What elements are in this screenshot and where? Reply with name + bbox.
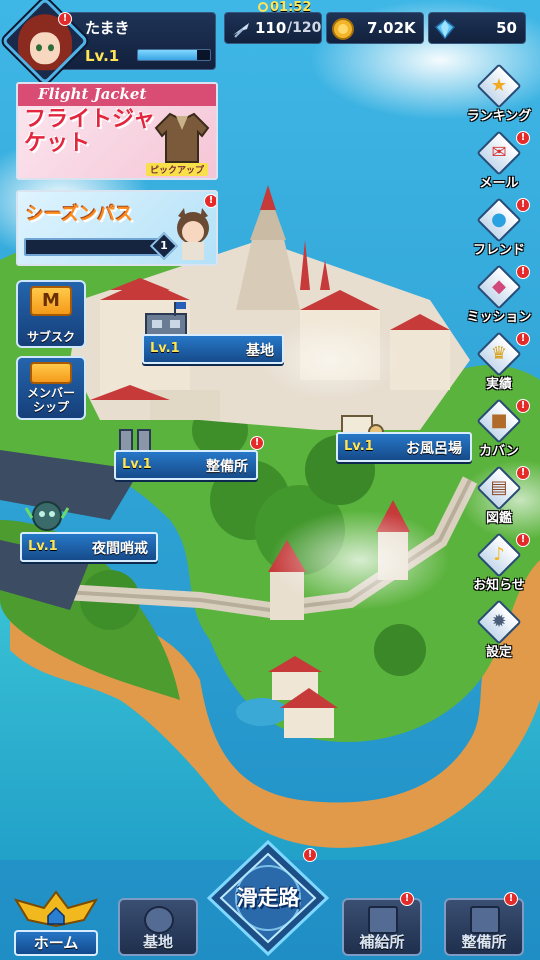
stamina-max: /120	[287, 20, 322, 36]
nav-maintenance-icon	[470, 906, 500, 934]
book-icon: ▤	[490, 477, 508, 498]
nav-runway-button[interactable]: 滑走路 !	[205, 839, 331, 957]
building-bath[interactable]: Lv.1 お風呂場	[336, 432, 472, 462]
ranking-icon: ★	[490, 75, 508, 96]
banner-pickup-tag: ピックアップ	[145, 163, 208, 176]
maintenance-level: Lv.1	[122, 457, 152, 472]
menu-label: カバン	[479, 444, 519, 459]
runway-badge: !	[303, 848, 317, 862]
menu-notification-badge: !	[516, 466, 530, 480]
stamina-fuel-icon	[233, 23, 249, 38]
building-base[interactable]: Lv.1 基地	[142, 334, 284, 364]
menu-item-mission[interactable]: ◆ ミッション!	[466, 264, 532, 327]
menu-item-mail[interactable]: ✉ メール!	[468, 130, 530, 193]
jacket-icon	[154, 112, 210, 163]
banner-header-strip: Flight Jacket	[18, 84, 216, 106]
menu-label: 実績	[485, 377, 512, 392]
subscription-button[interactable]: M サブスク	[16, 280, 86, 348]
clock-icon	[258, 2, 268, 12]
gem-box[interactable]: 50	[428, 12, 526, 44]
season-pass-progress-bar	[24, 238, 164, 256]
menu-notification-badge: !	[516, 533, 530, 547]
season-pass-title: シーズンパス	[26, 204, 134, 225]
menu-notification-badge: !	[516, 265, 530, 279]
menu-label: ランキング	[466, 109, 532, 124]
night-watch-name: 夜間哨戒	[92, 541, 148, 557]
menu-notification-badge: !	[516, 198, 530, 212]
maintenance-badge: !	[250, 436, 264, 450]
nav-base-icon	[144, 906, 174, 934]
nav-base-button[interactable]: 基地	[118, 898, 198, 956]
subscription-label: サブスク	[26, 330, 75, 344]
menu-label: フレンド	[472, 243, 525, 258]
maintenance-nav-badge: !	[504, 892, 518, 906]
nav-home-button[interactable]: ホーム	[14, 886, 98, 956]
menu-label: 図鑑	[485, 511, 512, 526]
menu-label: お知らせ	[473, 578, 525, 593]
player-level: Lv.1	[85, 47, 120, 65]
menu-item-bell[interactable]: ♪ お知らせ!	[468, 532, 530, 595]
nav-supply-button[interactable]: 補給所	[342, 898, 422, 956]
menu-item-trophy[interactable]: ♛ 実績!	[468, 331, 530, 394]
season-pass-character	[177, 208, 209, 260]
bell-icon: ♪	[493, 544, 505, 565]
building-night-watch[interactable]: Lv.1 夜間哨戒	[20, 532, 158, 562]
avatar-notification-badge: !	[58, 12, 72, 26]
bath-name: お風呂場	[406, 441, 462, 457]
menu-notification-badge: !	[516, 332, 530, 346]
base-name: 基地	[246, 343, 274, 359]
nav-supply-label: 補給所	[359, 933, 405, 951]
stamina-box[interactable]: 110 /120	[224, 12, 322, 44]
mail-icon: ✉	[491, 142, 507, 163]
flight-jacket-banner[interactable]: Flight Jacket フライトジャケット ピックアップ	[16, 82, 218, 180]
nav-home-label: ホーム	[14, 930, 98, 956]
mission-icon: ◆	[492, 276, 506, 297]
menu-notification-badge: !	[516, 399, 530, 413]
supply-badge: !	[400, 892, 414, 906]
xp-progress-bar	[137, 49, 211, 61]
bag-icon: ■	[490, 410, 508, 431]
nav-supply-icon	[368, 906, 398, 934]
subscription-icon: M	[30, 286, 72, 316]
season-pass-badge: !	[204, 194, 216, 208]
building-maintenance[interactable]: Lv.1 整備所	[114, 450, 258, 480]
gem-icon	[435, 19, 455, 39]
menu-item-book[interactable]: ▤ 図鑑!	[468, 465, 530, 528]
nav-maintenance-button[interactable]: 整備所	[444, 898, 524, 956]
nav-maintenance-label: 整備所	[461, 933, 507, 951]
night-watch-level: Lv.1	[28, 539, 58, 554]
friend-icon: ●	[491, 209, 507, 230]
gem-amount: 50	[496, 19, 517, 37]
nav-runway-label: 滑走路	[236, 886, 300, 910]
home-icon	[14, 890, 98, 928]
membership-label: メンバーシップ	[26, 386, 75, 414]
menu-item-friend[interactable]: ● フレンド!	[468, 197, 530, 260]
membership-button[interactable]: メンバーシップ	[16, 356, 86, 420]
trophy-icon: ♛	[490, 343, 508, 364]
membership-icon	[30, 362, 72, 384]
banner-header-text: Flight Jacket	[38, 85, 147, 103]
coin-icon	[332, 18, 354, 40]
player-name: たまき	[85, 19, 130, 37]
maintenance-name: 整備所	[206, 459, 248, 475]
menu-label: ミッション	[466, 310, 532, 325]
menu-item-gear[interactable]: ✹ 設定	[468, 599, 530, 662]
coin-amount: 7.02K	[367, 19, 416, 37]
stamina-current: 110	[255, 19, 287, 37]
top-status-bar: たまき Lv.1 ! 01:52 110 /120 7.02K 50	[0, 0, 540, 85]
season-pass-banner[interactable]: シーズンパス 1 !	[16, 190, 218, 266]
menu-notification-badge: !	[516, 131, 530, 145]
menu-item-ranking[interactable]: ★ ランキング	[467, 63, 531, 126]
menu-item-bag[interactable]: ■ カバン!	[468, 398, 530, 461]
base-level: Lv.1	[150, 341, 180, 356]
xp-progress-fill	[138, 50, 198, 60]
bath-level: Lv.1	[344, 439, 374, 454]
menu-label: 設定	[485, 645, 512, 660]
gear-icon: ✹	[491, 611, 507, 632]
nav-base-label: 基地	[142, 933, 173, 951]
coin-box[interactable]: 7.02K	[326, 12, 424, 44]
menu-label: メール	[479, 176, 519, 191]
